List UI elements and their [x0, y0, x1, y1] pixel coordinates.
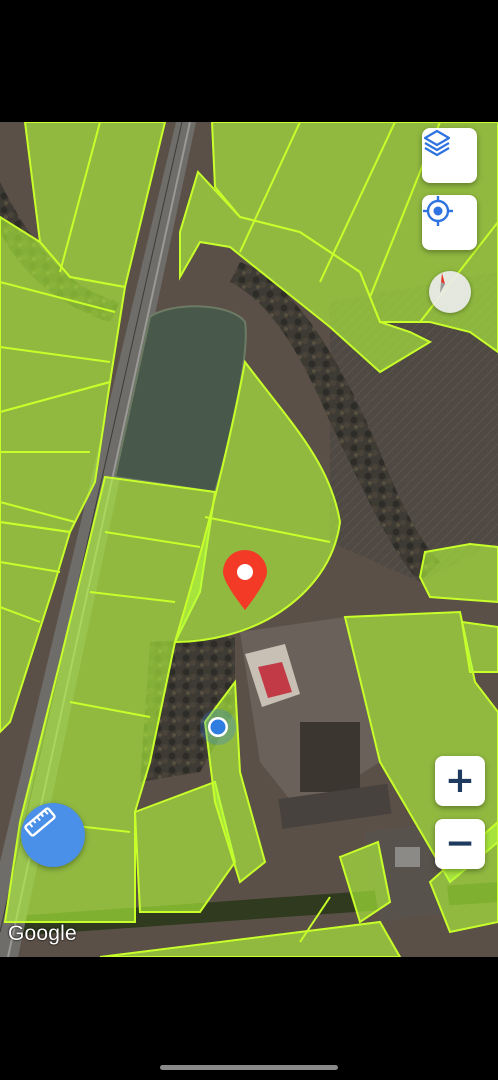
locate-button[interactable] — [422, 195, 477, 250]
location-pin-icon[interactable] — [220, 550, 270, 612]
compass-icon — [440, 273, 445, 293]
google-attribution: Google — [8, 922, 77, 945]
compass-button[interactable] — [429, 271, 471, 313]
home-indicator[interactable] — [160, 1065, 338, 1070]
layers-icon — [423, 129, 451, 157]
crosshair-icon — [423, 196, 453, 226]
navigation-bar — [0, 957, 498, 1080]
measure-button[interactable] — [21, 803, 85, 867]
zoom-out-label: − — [444, 823, 476, 864]
blue-dot-icon — [200, 709, 236, 745]
zoom-in-button[interactable]: + — [435, 756, 485, 806]
zoom-in-label: + — [444, 760, 476, 801]
status-bar — [0, 0, 498, 122]
ruler-icon — [24, 807, 56, 837]
layers-button[interactable] — [422, 128, 477, 183]
map-view[interactable]: + − Google — [0, 122, 498, 957]
zoom-out-button[interactable]: − — [435, 819, 485, 869]
